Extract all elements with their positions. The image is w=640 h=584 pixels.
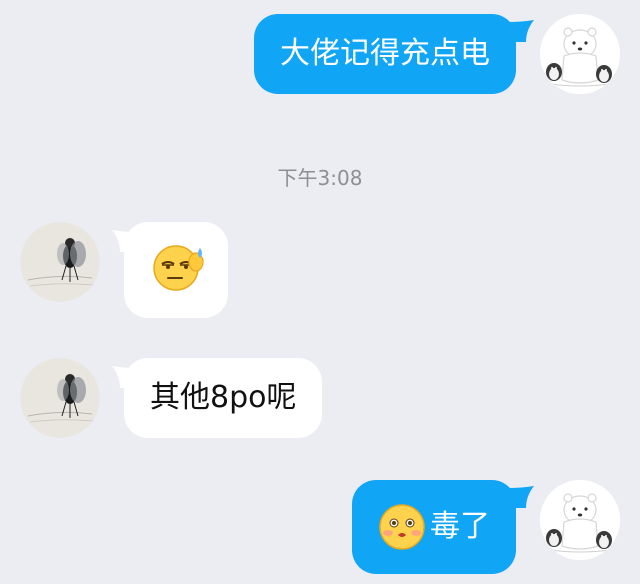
polar-bear-penguin-avatar-icon [540,14,620,94]
polar-bear-penguin-avatar-icon [540,480,620,560]
bubble-tail [508,20,534,42]
message-row-outgoing-4: 毒了 [0,480,640,580]
avatar[interactable] [20,358,100,438]
fly-photo-avatar-icon [20,358,100,438]
message-row-incoming-3: 其他8po呢 [0,358,640,442]
message-bubble[interactable]: 大佬记得充点电 [254,14,516,94]
message-row-incoming-2 [0,222,640,322]
message-text: 其他8po呢 [150,380,297,415]
avatar[interactable] [540,14,620,94]
message-bubble[interactable] [124,222,228,318]
message-bubble[interactable]: 其他8po呢 [124,358,323,438]
message-text: 大佬记得充点电 [280,36,490,71]
avatar[interactable] [20,222,100,302]
fly-photo-avatar-icon [20,222,100,302]
bubble-tail [508,486,534,508]
avatar[interactable] [540,480,620,560]
message-bubble[interactable]: 毒了 [352,480,516,574]
blush-pout-emoji-icon [379,504,425,550]
facepalm-sweat-emoji-icon [153,245,204,291]
message-text: 毒了 [430,509,490,544]
timestamp: 下午3:08 [277,166,363,190]
message-row-outgoing-1: 大佬记得充点电 [0,0,640,110]
